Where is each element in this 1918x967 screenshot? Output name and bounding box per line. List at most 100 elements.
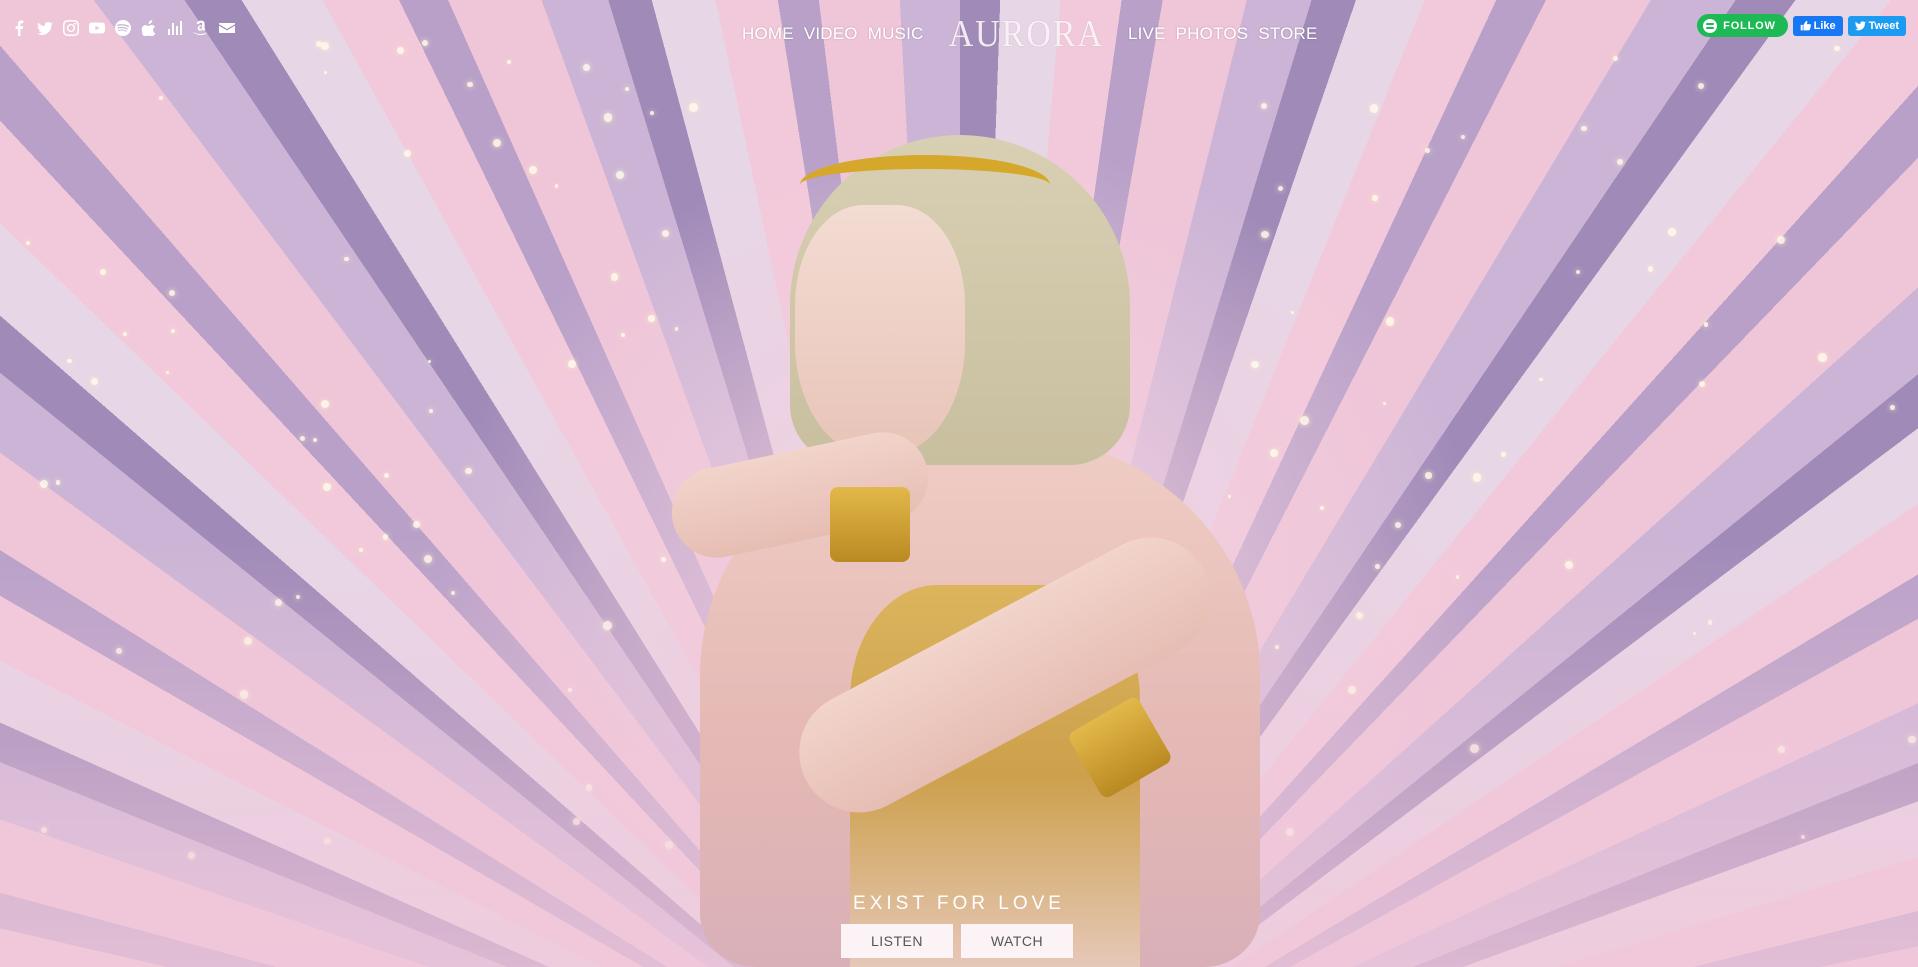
spotify-follow-button[interactable]: FOLLOW: [1697, 14, 1788, 37]
background-sparkle: [359, 548, 364, 552]
background-sparkle: [620, 333, 626, 338]
background-sparkle: [583, 64, 590, 71]
top-bar: HOME VIDEO MUSIC AURORA LIVE PHOTOS STOR…: [0, 0, 1918, 62]
background-sparkle: [1777, 745, 1786, 753]
background-sparkle: [122, 331, 128, 337]
background-sparkle: [1385, 316, 1395, 326]
nav-item-photos[interactable]: PHOTOS: [1176, 24, 1249, 44]
background-sparkle: [403, 149, 412, 158]
background-sparkle: [158, 96, 164, 101]
watch-button[interactable]: WATCH: [961, 924, 1073, 958]
background-sparkle: [116, 648, 122, 654]
nav-item-store[interactable]: STORE: [1258, 24, 1317, 44]
background-sparkle: [610, 273, 619, 281]
background-sparkle: [67, 358, 72, 364]
background-sparkle: [1500, 451, 1507, 458]
portrait-face: [795, 205, 965, 455]
nav-item-live[interactable]: LIVE: [1128, 24, 1166, 44]
share-buttons: FOLLOW Like Tweet: [1697, 14, 1906, 37]
background-sparkle: [554, 184, 559, 188]
background-sparkle: [382, 534, 389, 540]
background-sparkle: [324, 837, 331, 844]
background-sparkle: [1455, 575, 1460, 580]
background-sparkle: [1375, 564, 1380, 569]
spotify-icon: [1703, 18, 1718, 33]
background-sparkle: [423, 554, 433, 564]
background-sparkle: [1300, 415, 1310, 425]
twitter-icon[interactable]: [36, 19, 54, 37]
tweet-button[interactable]: Tweet: [1847, 15, 1906, 36]
portrait-headband: [800, 155, 1050, 215]
background-sparkle: [1260, 102, 1267, 109]
background-sparkle: [320, 399, 329, 408]
nav-item-music[interactable]: MUSIC: [868, 24, 924, 44]
background-sparkle: [1460, 134, 1466, 140]
nav-item-video[interactable]: VIDEO: [804, 24, 858, 44]
background-sparkle: [429, 409, 433, 413]
background-sparkle: [1776, 235, 1785, 244]
background-sparkle: [1575, 270, 1580, 275]
background-sparkle: [300, 435, 306, 441]
background-sparkle: [1372, 195, 1378, 201]
background-sparkle: [274, 598, 283, 607]
hero-portrait: [640, 135, 1280, 967]
background-sparkle: [573, 818, 580, 825]
nav-item-home[interactable]: HOME: [742, 24, 794, 44]
background-sparkle: [1370, 104, 1379, 113]
background-sparkle: [1801, 835, 1805, 840]
background-sparkle: [1890, 405, 1895, 410]
background-sparkle: [295, 595, 300, 600]
background-sparkle: [1539, 377, 1543, 382]
amazon-icon[interactable]: [192, 19, 210, 37]
background-sparkle: [40, 480, 49, 489]
background-sparkle: [239, 690, 249, 699]
background-sparkle: [1703, 322, 1709, 327]
instagram-icon[interactable]: [62, 19, 80, 37]
spotify-follow-label: FOLLOW: [1723, 19, 1776, 32]
background-sparkle: [55, 480, 61, 485]
background-sparkle: [1707, 620, 1713, 626]
site-logo[interactable]: AURORA: [948, 12, 1103, 56]
background-sparkle: [492, 138, 502, 148]
mail-icon[interactable]: [218, 19, 236, 37]
background-sparkle: [1356, 612, 1364, 620]
twitter-icon: [1854, 21, 1866, 31]
background-sparkle: [1581, 125, 1587, 132]
background-sparkle: [450, 591, 455, 595]
apple-icon[interactable]: [140, 19, 158, 37]
background-sparkle: [312, 437, 318, 443]
background-sparkle: [1565, 560, 1574, 569]
deezer-icon[interactable]: [166, 19, 184, 37]
background-sparkle: [99, 269, 106, 276]
background-sparkle: [428, 359, 432, 364]
background-sparkle: [1908, 735, 1916, 744]
background-sparkle: [1347, 685, 1357, 695]
background-sparkle: [567, 359, 576, 368]
background-sparkle: [1320, 506, 1324, 510]
background-sparkle: [603, 113, 613, 123]
background-sparkle: [1470, 743, 1480, 753]
background-sparkle: [41, 826, 48, 833]
background-sparkle: [624, 86, 630, 92]
background-sparkle: [1425, 148, 1430, 153]
background-sparkle: [689, 103, 698, 112]
hero-title: EXIST FOR LOVE: [853, 893, 1065, 914]
listen-button[interactable]: LISTEN: [841, 924, 953, 958]
background-sparkle: [585, 784, 593, 791]
background-sparkle: [244, 637, 253, 646]
background-sparkle: [1648, 266, 1654, 272]
background-sparkle: [169, 290, 175, 296]
background-sparkle: [165, 370, 170, 375]
spotify-icon[interactable]: [114, 19, 132, 37]
youtube-icon[interactable]: [88, 19, 106, 37]
background-sparkle: [615, 170, 625, 180]
facebook-icon[interactable]: [10, 19, 28, 37]
main-nav: HOME VIDEO MUSIC AURORA LIVE PHOTOS STOR…: [742, 12, 1318, 56]
background-sparkle: [1699, 380, 1706, 387]
facebook-like-button[interactable]: Like: [1792, 15, 1843, 36]
social-links: [10, 19, 236, 37]
background-sparkle: [25, 241, 30, 245]
background-sparkle: [1818, 353, 1827, 363]
tweet-label: Tweet: [1868, 19, 1899, 32]
background-sparkle: [91, 378, 99, 386]
